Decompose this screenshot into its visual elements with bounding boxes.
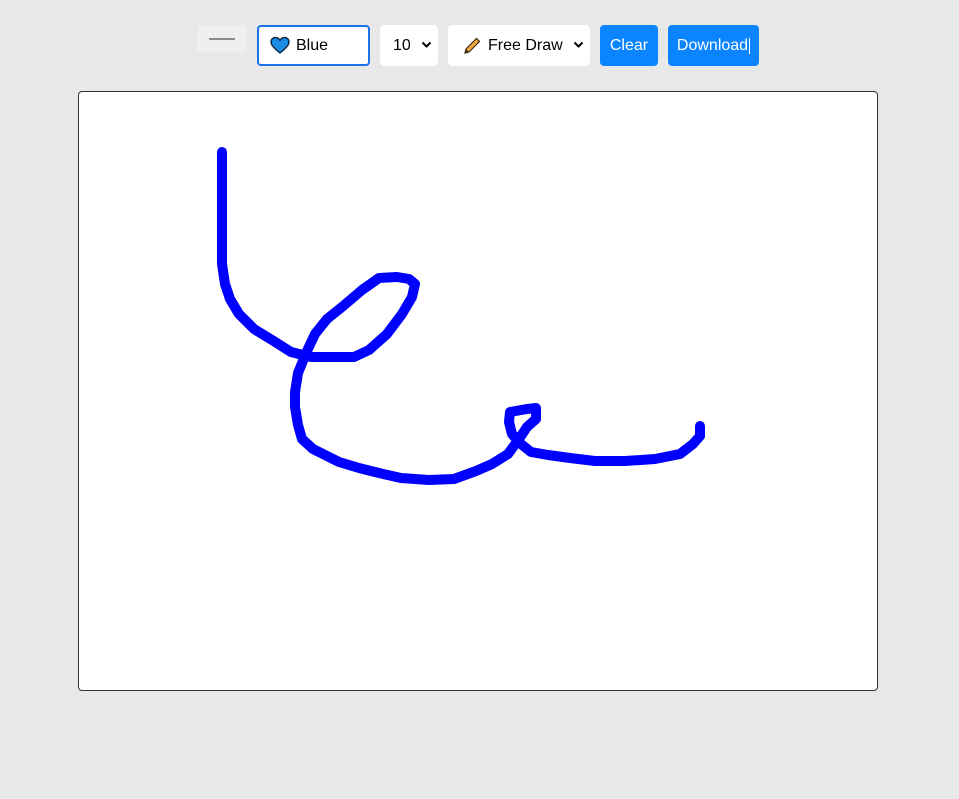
pencil-icon <box>464 37 481 54</box>
brush-size-value: 10 <box>393 36 411 54</box>
clear-button[interactable]: Clear <box>600 25 658 66</box>
color-select[interactable]: Blue <box>257 25 370 66</box>
draw-mode-select[interactable]: Free Draw <box>448 25 590 66</box>
toolbar: Blue 10 Free Draw Clear Download <box>0 25 959 66</box>
line-preview-icon <box>209 38 235 40</box>
clear-button-label: Clear <box>609 36 649 54</box>
download-button[interactable]: Download <box>668 25 759 66</box>
download-button-label: Download <box>676 36 749 54</box>
text-caret <box>749 37 751 54</box>
draw-mode-value: Free Draw <box>488 36 563 54</box>
color-select-value: Blue <box>296 36 329 54</box>
line-preview-button[interactable] <box>197 25 247 52</box>
brush-size-select[interactable]: 10 <box>380 25 438 66</box>
drawing-layer <box>217 147 705 485</box>
drawn-stroke <box>217 147 705 485</box>
drawing-canvas[interactable] <box>78 91 878 691</box>
chevron-down-icon <box>421 41 432 48</box>
chevron-down-icon <box>573 41 584 48</box>
blue-heart-icon <box>270 36 290 54</box>
